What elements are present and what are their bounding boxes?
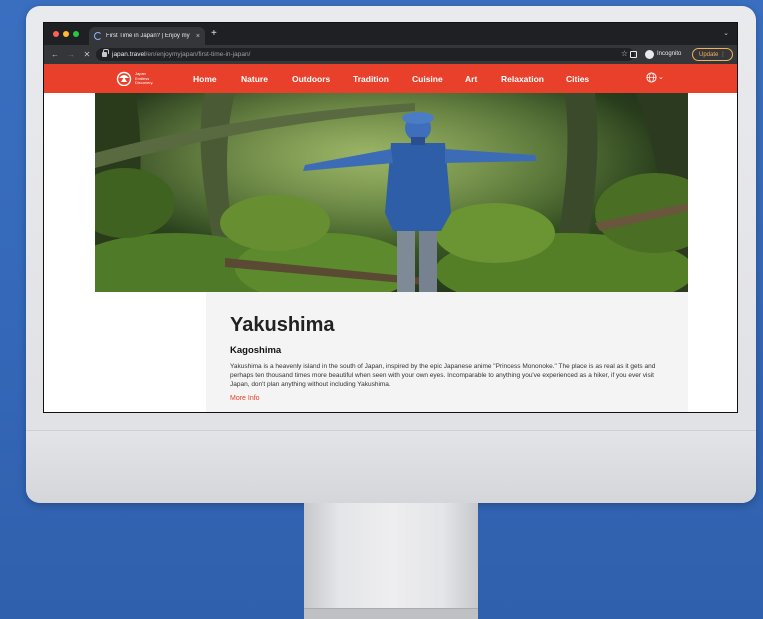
tab-search-chevron-icon[interactable]: ⌄	[723, 29, 729, 37]
destination-card: Yakushima Kagoshima Yakushima is a heave…	[206, 292, 688, 412]
bookmark-star-icon[interactable]: ☆	[621, 49, 628, 58]
forward-arrow-icon[interactable]: →	[66, 50, 76, 59]
browser-toolbar: ← → ✕ japan.travel/en/enjoymyjapan/first…	[44, 45, 737, 64]
chevron-down-icon[interactable]: ⌄	[658, 73, 664, 81]
back-arrow-icon[interactable]: ←	[50, 50, 60, 59]
globe-icon[interactable]	[646, 72, 657, 83]
nav-item-home[interactable]: Home	[193, 74, 217, 84]
hero-image	[95, 93, 688, 292]
logo-tagline[interactable]: Japan Endless Discovery.	[135, 71, 157, 86]
new-tab-button[interactable]: +	[211, 28, 217, 39]
loading-spinner-icon	[94, 32, 102, 40]
hero-forest-hiker-illustration	[95, 93, 688, 292]
incognito-label[interactable]: Incognito	[657, 51, 681, 57]
minimize-window-button[interactable]	[63, 31, 69, 37]
more-info-link[interactable]: More Info	[230, 395, 260, 402]
monitor-chin	[26, 430, 756, 503]
nav-item-tradition[interactable]: Tradition	[353, 74, 389, 84]
update-button[interactable]: Update ⋮	[692, 48, 733, 61]
maximize-window-button[interactable]	[73, 31, 79, 37]
address-bar[interactable]: japan.travel/en/enjoymyjapan/first-time-…	[96, 48, 634, 61]
monitor-stand	[304, 503, 478, 619]
close-window-button[interactable]	[53, 31, 59, 37]
side-panel-icon[interactable]	[630, 51, 637, 58]
monitor-stand-base	[304, 608, 478, 619]
url-path: /en/enjoymyjapan/first-time-in-japan/	[145, 51, 251, 58]
stop-loading-icon[interactable]: ✕	[82, 50, 92, 59]
browser-window: First Time in Japan? | Enjoy my × + ⌄ ← …	[43, 22, 738, 413]
nav-item-cuisine[interactable]: Cuisine	[412, 74, 443, 84]
nav-item-outdoors[interactable]: Outdoors	[292, 74, 330, 84]
site-navigation-bar: Japan Endless Discovery. Home Nature Out…	[44, 64, 737, 93]
destination-description: Yakushima is a heavenly island in the so…	[230, 363, 656, 388]
nav-item-art[interactable]: Art	[465, 74, 477, 84]
incognito-icon[interactable]	[645, 50, 654, 59]
lock-icon[interactable]	[102, 49, 109, 57]
nav-item-cities[interactable]: Cities	[566, 74, 589, 84]
browser-tab-active[interactable]: First Time in Japan? | Enjoy my ×	[89, 27, 205, 45]
destination-title: Yakushima	[230, 314, 335, 336]
url-host: japan.travel	[112, 51, 146, 58]
tab-title: First Time in Japan? | Enjoy my	[106, 33, 190, 39]
tab-close-icon[interactable]: ×	[196, 33, 200, 40]
nav-item-nature[interactable]: Nature	[241, 74, 268, 84]
tab-strip: First Time in Japan? | Enjoy my × + ⌄	[44, 23, 737, 45]
nav-item-relaxation[interactable]: Relaxation	[501, 74, 544, 84]
destination-region: Kagoshima	[230, 345, 282, 356]
japan-logo-icon[interactable]	[116, 71, 132, 86]
